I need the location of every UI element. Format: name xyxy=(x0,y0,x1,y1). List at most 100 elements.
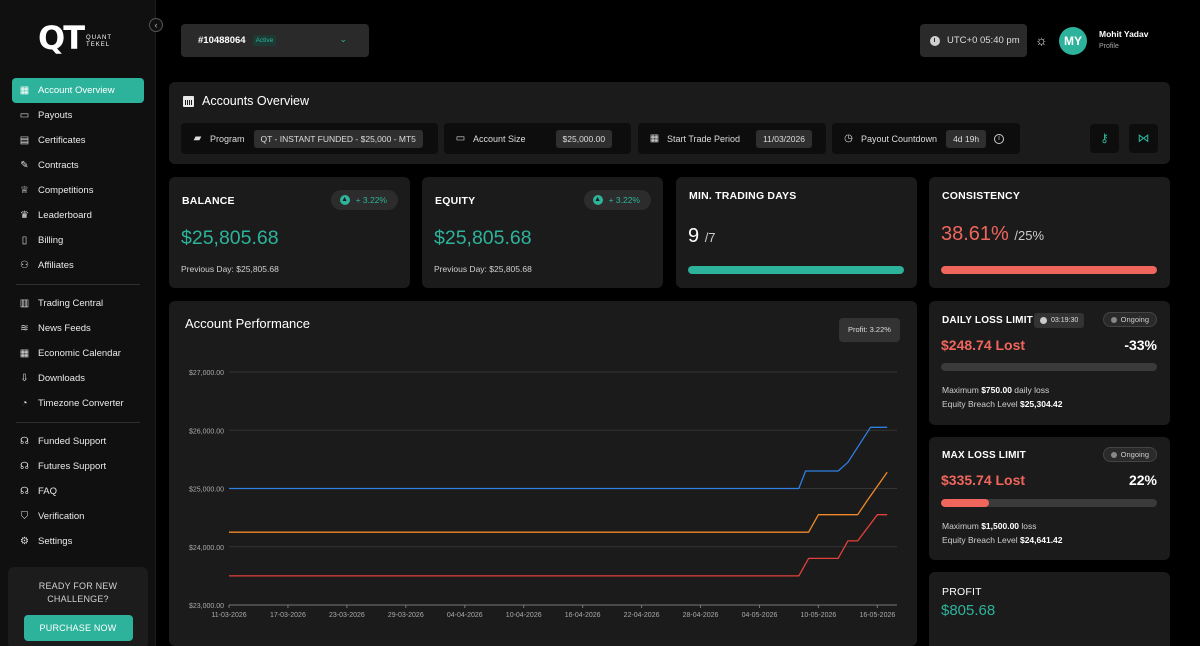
sidebar-item-label: Billing xyxy=(38,235,64,246)
balance-previous-day: Previous Day: $25,805.68 xyxy=(181,264,279,274)
sidebar-item-account-overview[interactable]: ▦ Account Overview xyxy=(12,78,144,103)
download-icon: ⇩ xyxy=(20,373,29,384)
max-loss-title: MAX LOSS LIMIT xyxy=(942,450,1026,461)
avatar[interactable]: MY xyxy=(1059,27,1087,55)
balance-change-badge: ▲ + 3.22% xyxy=(330,190,398,210)
x-tick-label: 04-04-2026 xyxy=(447,612,483,619)
consistency-value: 38.61% /25% xyxy=(941,223,1045,245)
max-loss-breach-level: Equity Breach Level $24,641.42 xyxy=(942,535,1063,545)
user-name[interactable]: Mohit Yadav xyxy=(1099,29,1148,39)
overview-title: Accounts Overview xyxy=(183,94,309,108)
accounts-overview-panel: Accounts Overview ▰ Program QT - INSTANT… xyxy=(169,82,1170,164)
briefcase-icon: ▰ xyxy=(193,133,202,144)
max-loss-amount: $335.74 Lost xyxy=(941,472,1026,488)
consistency-title: CONSISTENCY xyxy=(942,190,1021,202)
equity-change-badge: ▲ + 3.22% xyxy=(583,190,651,210)
x-tick-label: 29-03-2026 xyxy=(388,612,424,619)
bar-chart-icon xyxy=(183,95,194,107)
sidebar-item-label: News Feeds xyxy=(38,323,91,334)
share-button[interactable]: ⋈ xyxy=(1129,124,1158,153)
start-trade-label: Start Trade Period xyxy=(667,133,741,144)
sidebar-item-label: Certificates xyxy=(38,135,86,146)
sidebar: QT QUANT TEKEL ▦ Account Overview ▭ Payouts ▤… xyxy=(0,0,156,646)
x-tick-label: 10-05-2026 xyxy=(801,612,837,619)
clock-icon xyxy=(1040,317,1047,324)
sidebar-item-competitions[interactable]: ♕ Competitions xyxy=(12,178,144,203)
contract-icon: ✎ xyxy=(20,160,29,171)
sidebar-item-certificates[interactable]: ▤ Certificates xyxy=(12,128,144,153)
equity-value: $25,805.68 xyxy=(434,227,532,249)
sidebar-item-label: Funded Support xyxy=(38,436,107,447)
account-size-chip: ▭ Account Size $25,000.00 xyxy=(444,123,631,154)
x-tick-label: 23-03-2026 xyxy=(329,612,365,619)
sidebar-item-label: Downloads xyxy=(38,373,85,384)
sidebar-item-label: Trading Central xyxy=(38,298,104,309)
card-icon: ▭ xyxy=(455,133,466,144)
sidebar-item-billing[interactable]: ▯ Billing xyxy=(12,228,144,253)
x-tick-label: 28-04-2026 xyxy=(683,612,719,619)
sidebar-item-label: Settings xyxy=(38,536,73,547)
sidebar-item-futures-support[interactable]: ☊ Futures Support xyxy=(12,454,144,479)
daily-loss-title: DAILY LOSS LIMIT xyxy=(942,315,1033,326)
account-selector[interactable]: #10488064 Active ⌄ xyxy=(181,24,369,57)
x-tick-label: 16-04-2026 xyxy=(565,612,601,619)
sidebar-item-funded-support[interactable]: ☊ Funded Support xyxy=(12,429,144,454)
program-value: QT - INSTANT FUNDED - $25,000 - MT5 xyxy=(253,129,423,148)
progress-fill xyxy=(941,266,1157,274)
sidebar-item-label: Futures Support xyxy=(38,461,107,472)
performance-chart[interactable]: $23,000.00 $24,000.00 $25,000.00 $26,000.00… xyxy=(169,301,917,646)
purchase-now-button[interactable]: PURCHASE NOW xyxy=(23,615,133,641)
status-icon xyxy=(1110,316,1117,323)
sidebar-item-leaderboard[interactable]: ♛ Leaderboard xyxy=(12,203,144,228)
clock-icon xyxy=(930,35,940,46)
account-id: #10488064 xyxy=(198,35,246,46)
min-trading-days-title: MIN. TRADING DAYS xyxy=(689,190,797,202)
equity-card: EQUITY ▲ + 3.22% $25,805.68 Previous Day… xyxy=(422,177,663,288)
sidebar-item-timezone-converter[interactable]: ◔ Timezone Converter xyxy=(12,391,144,416)
sidebar-item-downloads[interactable]: ⇩ Downloads xyxy=(12,366,144,391)
collapse-sidebar-button[interactable]: ‹ xyxy=(149,18,163,32)
trophy-icon: ♕ xyxy=(20,185,29,196)
sidebar-item-affiliates[interactable]: ⚇ Affiliates xyxy=(12,253,144,278)
sidebar-item-label: Timezone Converter xyxy=(38,398,124,409)
max-loss-progress xyxy=(941,499,1157,507)
sun-icon[interactable]: ☼ xyxy=(1035,33,1048,47)
promo-card: READY FOR NEW CHALLENGE? PURCHASE NOW xyxy=(8,567,148,646)
faq-icon: ☊ xyxy=(20,486,29,497)
arrow-up-icon: ▲ xyxy=(592,195,603,205)
profile-link[interactable]: Profile xyxy=(1099,43,1119,50)
sidebar-item-settings[interactable]: ⚙ Settings xyxy=(12,529,144,554)
profit-title: PROFIT xyxy=(942,586,982,598)
sidebar-item-trading-central[interactable]: ▥ Trading Central xyxy=(12,291,144,316)
logo-mark: QT xyxy=(38,19,85,57)
sidebar-item-contracts[interactable]: ✎ Contracts xyxy=(12,153,144,178)
status-icon xyxy=(1110,451,1117,458)
series-line-2 xyxy=(229,514,888,577)
sidebar-item-label: Payouts xyxy=(38,110,73,121)
sidebar-item-label: Leaderboard xyxy=(38,210,92,221)
account-size-label: Account Size xyxy=(473,133,526,144)
promo-text: READY FOR NEW CHALLENGE? xyxy=(38,581,118,604)
cash-icon: ▭ xyxy=(19,110,30,121)
sidebar-item-payouts[interactable]: ▭ Payouts xyxy=(12,103,144,128)
sidebar-item-verification[interactable]: ⛉ Verification xyxy=(12,504,144,529)
timezone-display[interactable]: UTC+0 05:40 pm xyxy=(920,24,1027,57)
x-tick-label: 17-03-2026 xyxy=(270,612,306,619)
max-loss-limit-card: MAX LOSS LIMIT Ongoing $335.74 Lost 22% … xyxy=(929,437,1170,560)
chevron-down-icon: ⌄ xyxy=(339,34,347,44)
key-button[interactable]: ⚷ xyxy=(1090,124,1119,153)
grid-icon: ▦ xyxy=(19,85,30,96)
min-trading-days-card: MIN. TRADING DAYS 9 /7 xyxy=(676,177,917,288)
shield-icon: ⛉ xyxy=(20,511,29,522)
max-loss-status: Ongoing xyxy=(1102,447,1157,462)
gear-icon: ⚙ xyxy=(20,536,29,547)
sidebar-item-faq[interactable]: ☊ FAQ xyxy=(12,479,144,504)
min-trading-days-progress xyxy=(688,266,904,274)
daily-loss-amount: $248.74 Lost xyxy=(941,337,1026,353)
sidebar-item-news-feeds[interactable]: ≋ News Feeds xyxy=(12,316,144,341)
sidebar-item-economic-calendar[interactable]: ▦ Economic Calendar xyxy=(12,341,144,366)
key-icon: ⚷ xyxy=(1100,131,1109,145)
x-tick-label: 04-05-2026 xyxy=(742,612,778,619)
brand-logo[interactable]: QT QUANT TEKEL xyxy=(38,22,112,54)
info-icon[interactable]: i xyxy=(994,133,1005,144)
